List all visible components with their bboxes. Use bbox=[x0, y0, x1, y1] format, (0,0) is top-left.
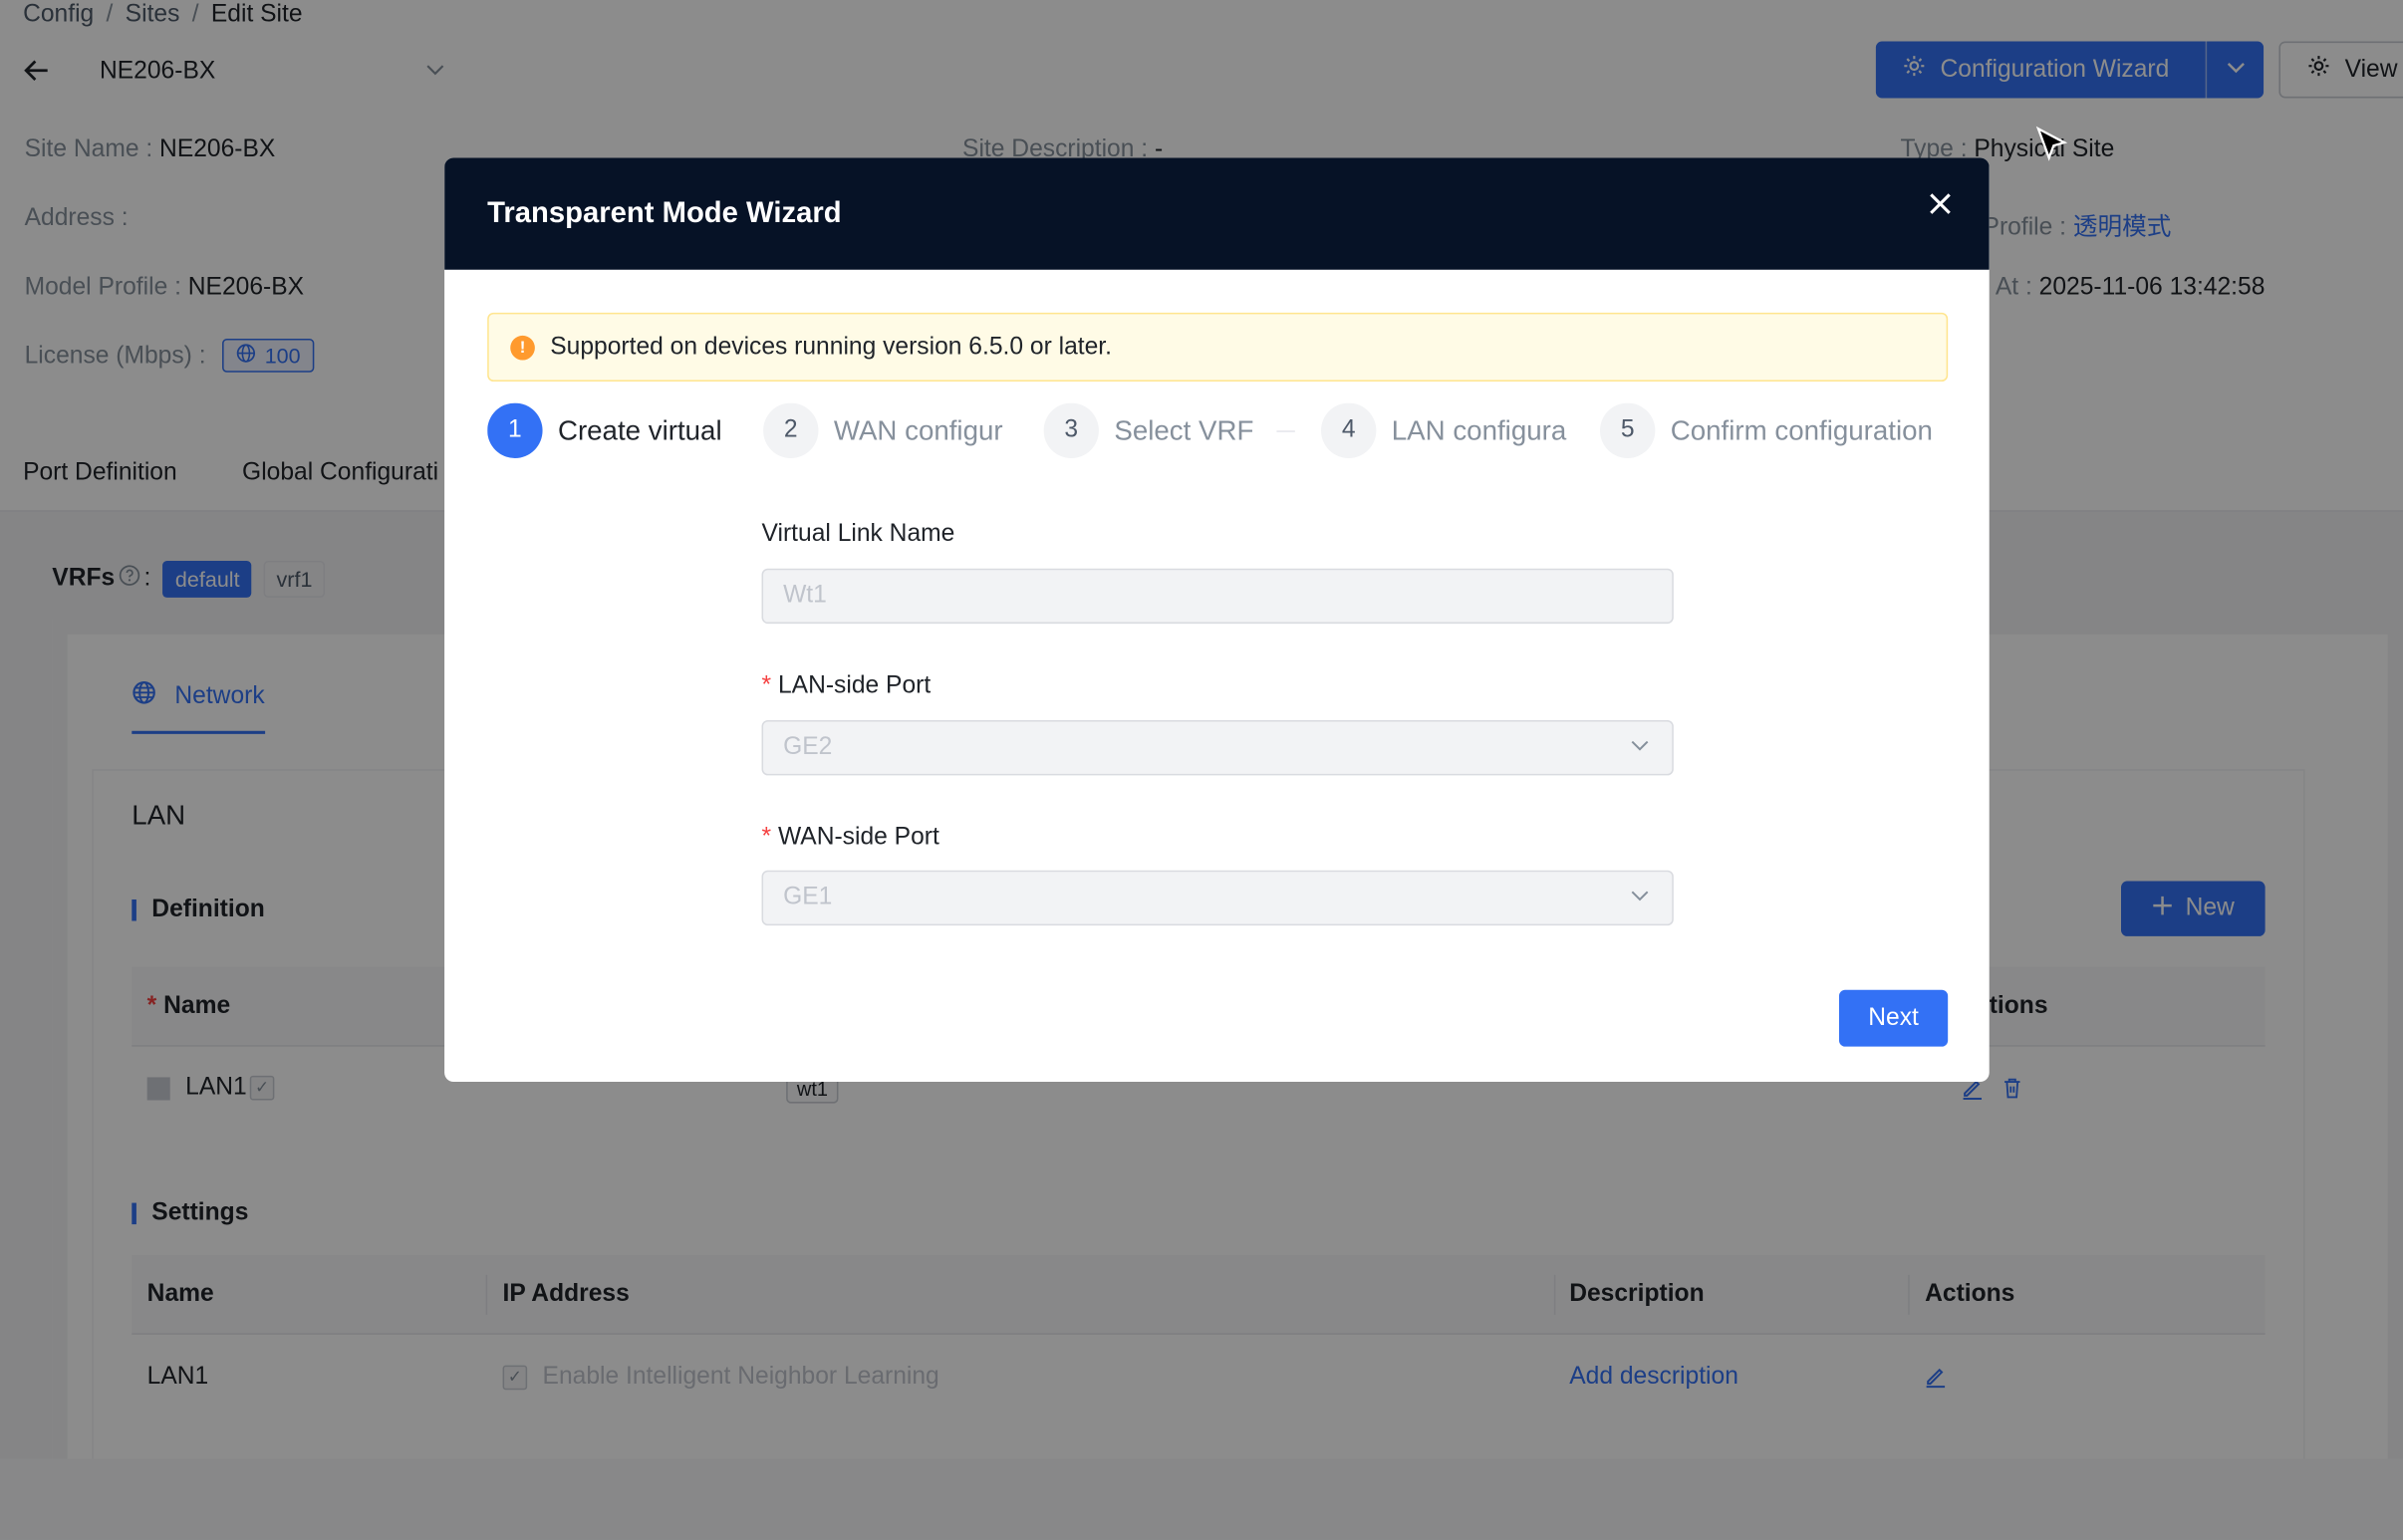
step-2: 2 WAN configur bbox=[763, 402, 1016, 458]
next-button[interactable]: Next bbox=[1838, 989, 1949, 1047]
alert-text: Supported on devices running version 6.5… bbox=[550, 333, 1112, 360]
step-connector bbox=[1276, 430, 1295, 432]
lan-side-port-select[interactable]: GE2 bbox=[761, 720, 1674, 776]
step-label: Confirm configuration bbox=[1670, 414, 1933, 445]
step-3: 3 Select VRF bbox=[1043, 402, 1258, 458]
step-number: 1 bbox=[487, 402, 543, 458]
wan-side-port-select[interactable]: GE1 bbox=[761, 870, 1674, 926]
step-number: 5 bbox=[1599, 402, 1656, 458]
wan-side-port-label-text: WAN-side Port bbox=[777, 824, 939, 851]
step-label: Create virtual bbox=[557, 414, 722, 445]
chevron-down-icon bbox=[1629, 734, 1651, 760]
step-1: 1 Create virtual bbox=[487, 402, 732, 458]
transparent-mode-wizard-modal: Transparent Mode Wizard ! Supported on d… bbox=[444, 157, 1990, 1083]
step-label: WAN configur bbox=[833, 414, 1003, 445]
mouse-cursor-icon bbox=[2035, 126, 2069, 174]
wan-side-port-label: * WAN-side Port bbox=[762, 825, 939, 853]
step-number: 3 bbox=[1043, 402, 1099, 458]
step-label: Select VRF bbox=[1114, 414, 1254, 445]
step-number: 2 bbox=[763, 402, 819, 458]
chevron-down-icon bbox=[1629, 885, 1651, 910]
wan-side-port-value: GE1 bbox=[783, 884, 833, 910]
step-5: 5 Confirm configuration bbox=[1599, 402, 1956, 458]
close-icon[interactable] bbox=[1925, 188, 1956, 228]
virtual-link-name-placeholder: Wt1 bbox=[783, 582, 827, 609]
step-4: 4 LAN configura bbox=[1321, 402, 1578, 458]
virtual-link-name-label: Virtual Link Name bbox=[761, 521, 955, 548]
edit-site-page: Config / Sites / Edit Site NE206-BX Configur… bbox=[0, 0, 2403, 1540]
lan-side-port-label-text: LAN-side Port bbox=[777, 672, 932, 699]
lan-side-port-value: GE2 bbox=[783, 733, 833, 760]
lan-side-port-label: * LAN-side Port bbox=[762, 672, 932, 700]
virtual-link-name-input[interactable]: Wt1 bbox=[761, 568, 1674, 625]
required-mark: * bbox=[761, 672, 772, 699]
warning-icon: ! bbox=[510, 335, 535, 360]
required-mark: * bbox=[761, 824, 772, 851]
step-number: 4 bbox=[1321, 402, 1377, 458]
step-label: LAN configura bbox=[1391, 414, 1567, 445]
modal-title: Transparent Mode Wizard bbox=[487, 197, 842, 230]
version-alert: ! Supported on devices running version 6… bbox=[487, 312, 1949, 383]
